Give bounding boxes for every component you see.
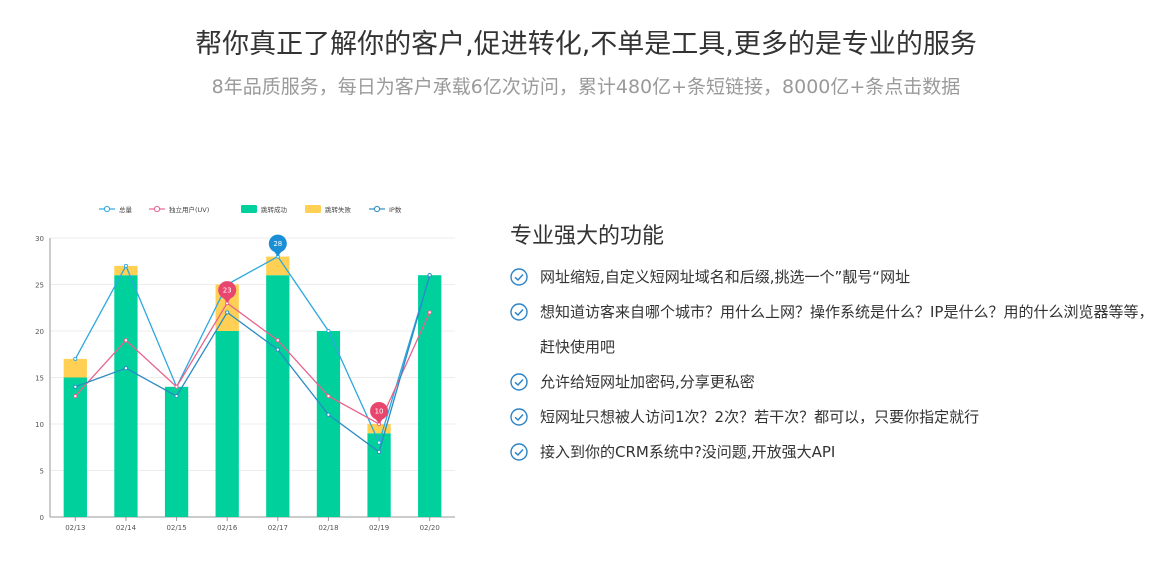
feature-text: 短网址只想被人访问1次？2次？若干次？都可以，只要你指定就行 bbox=[540, 408, 980, 426]
bar-segment bbox=[215, 331, 239, 517]
line-point bbox=[123, 366, 128, 371]
legend-label: 独立用户(UV) bbox=[169, 205, 209, 214]
legend-swatch-point bbox=[373, 205, 381, 213]
y-tick-label: 0 bbox=[40, 514, 44, 522]
feature-text: 网址缩短,自定义短网址域名和后缀,挑选一个”靓号“网址 bbox=[540, 268, 911, 286]
feature-text: 接入到你的CRM系统中?没问题,开放强大API bbox=[540, 443, 836, 461]
check-circle-icon bbox=[510, 443, 528, 461]
feature-item: 想知道访客来自哪个城市？用什么上网？操作系统是什么？IP是什么？用的什么浏览器等… bbox=[510, 295, 1160, 365]
y-tick-label: 30 bbox=[35, 235, 44, 243]
legend-swatch bbox=[305, 205, 321, 213]
feature-item: 接入到你的CRM系统中?没问题,开放强大API bbox=[510, 435, 1160, 470]
y-tick-label: 20 bbox=[35, 328, 44, 336]
feature-text: 允许给短网址加密码,分享更私密 bbox=[540, 373, 755, 391]
legend-swatch bbox=[241, 205, 257, 213]
y-tick-label: 15 bbox=[35, 375, 44, 383]
features-title: 专业强大的功能 bbox=[510, 224, 665, 249]
line-point bbox=[174, 394, 179, 399]
check-circle-icon bbox=[510, 303, 528, 321]
feature-item: 网址缩短,自定义短网址域名和后缀,挑选一个”靓号“网址 bbox=[510, 260, 1160, 295]
feature-text: 想知道访客来自哪个城市？用什么上网？操作系统是什么？IP是什么？用的什么浏览器等… bbox=[540, 303, 1154, 356]
line-point bbox=[377, 440, 382, 445]
bar-segment bbox=[63, 358, 87, 378]
bar-segment bbox=[266, 275, 290, 517]
line-point bbox=[326, 328, 331, 334]
x-tick-label: 02/17 bbox=[268, 524, 288, 532]
legend-label: 跳转失败 bbox=[325, 205, 352, 214]
bar-segment bbox=[63, 377, 87, 517]
bar-segment bbox=[266, 256, 290, 276]
line-point bbox=[73, 356, 78, 361]
line-point bbox=[275, 338, 280, 343]
line-point bbox=[123, 338, 128, 343]
line-point bbox=[73, 394, 78, 399]
features-list: 网址缩短,自定义短网址域名和后缀,挑选一个”靓号“网址 想知道访客来自哪个城市？… bbox=[510, 260, 1160, 470]
chart-svg: 0 5 10 15 20 25 30 02/13 02/14 02/15 02/16 02/17 02/… bbox=[35, 205, 455, 532]
bar-segment bbox=[164, 386, 189, 517]
line-point bbox=[275, 347, 280, 352]
line-point bbox=[326, 394, 331, 399]
page-subheadline: 8年品质服务，每日为客户承载6亿次访问，累计480亿+条短链接，8000亿+条点… bbox=[211, 76, 961, 98]
line-point bbox=[427, 273, 432, 278]
bar-segment bbox=[316, 331, 341, 517]
legend-swatch-point bbox=[153, 205, 161, 213]
y-tick-label: 5 bbox=[40, 468, 44, 476]
line-point bbox=[427, 310, 432, 315]
x-tick-label: 02/15 bbox=[166, 524, 186, 532]
y-tick-label: 25 bbox=[35, 282, 44, 290]
feature-item: 允许给短网址加密码,分享更私密 bbox=[510, 365, 1160, 400]
x-tick-label: 02/20 bbox=[420, 524, 440, 532]
line-point bbox=[377, 449, 382, 454]
line-point bbox=[326, 412, 331, 417]
x-tick-label: 02/19 bbox=[369, 524, 389, 532]
legend-swatch-point bbox=[103, 205, 111, 213]
line-point bbox=[73, 384, 78, 389]
legend-label: 跳转成功 bbox=[261, 205, 288, 214]
legend-label: IP数 bbox=[389, 205, 402, 214]
x-tick-label: 02/16 bbox=[217, 524, 238, 532]
legend-label: 总量 bbox=[119, 205, 133, 214]
x-tick-label: 02/14 bbox=[116, 524, 137, 532]
bar-segment bbox=[114, 275, 138, 517]
features-panel: 专业强大的功能 网址缩短,自定义短网址域名和后缀,挑选一个”靓号“网址 想知道访… bbox=[510, 218, 1160, 470]
marker-label: 28 bbox=[273, 240, 282, 248]
page-headline: 帮你真正了解你的客户,促进转化,不单是工具,更多的是专业的服务 bbox=[195, 29, 977, 60]
line-point bbox=[225, 310, 230, 315]
marker-label: 23 bbox=[223, 287, 232, 295]
x-tick-label: 02/13 bbox=[65, 524, 85, 532]
check-circle-icon bbox=[510, 373, 528, 391]
feature-item: 短网址只想被人访问1次？2次？若干次？都可以，只要你指定就行 bbox=[510, 400, 1160, 435]
check-circle-icon bbox=[510, 408, 528, 426]
x-tick-label: 02/18 bbox=[318, 524, 338, 532]
y-tick-label: 10 bbox=[35, 421, 44, 429]
line-point bbox=[123, 263, 128, 268]
stats-chart: 0 5 10 15 20 25 30 02/13 02/14 02/15 02/16 02/17 02/… bbox=[30, 195, 470, 540]
check-circle-icon bbox=[510, 268, 528, 286]
line-point bbox=[174, 384, 179, 389]
marker-label: 10 bbox=[375, 408, 384, 416]
